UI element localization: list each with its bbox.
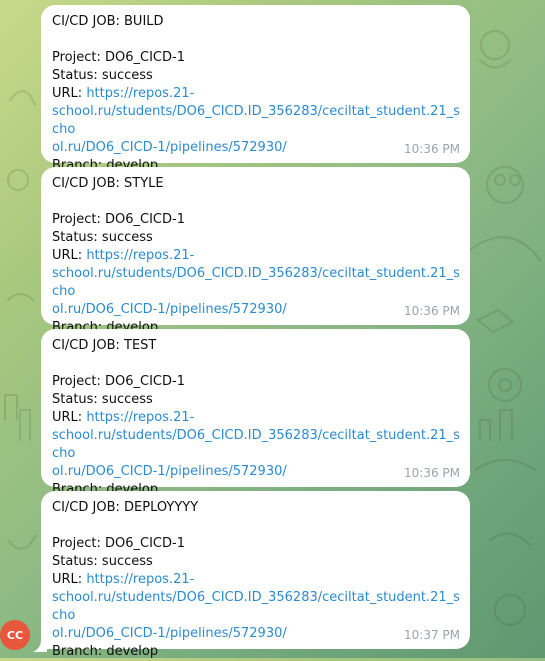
pipeline-link-continued[interactable]: school.ru/students/DO6_CICD.ID_356283/ce… [52, 265, 462, 301]
pipeline-link-continued[interactable]: ol.ru/DO6_CICD-1/pipelines/572930/ [52, 625, 462, 643]
branch-line: Branch: develop [52, 644, 159, 659]
url-label: URL: [52, 248, 87, 263]
project-line: Project: DO6_CICD-1 [52, 536, 185, 551]
pipeline-link-continued[interactable]: ol.ru/DO6_CICD-1/pipelines/572930/ [52, 463, 462, 481]
job-line: CI/CD JOB: BUILD [52, 14, 164, 29]
message-bubble-test: CI/CD JOB: TEST Project: DO6_CICD-1 Stat… [41, 329, 470, 497]
pipeline-link[interactable]: https://repos.21- [86, 248, 194, 263]
job-line: CI/CD JOB: DEPLOYYYY [52, 500, 199, 515]
message-time: 10:36 PM [404, 304, 460, 318]
project-line: Project: DO6_CICD-1 [52, 50, 185, 65]
pipeline-link-continued[interactable]: school.ru/students/DO6_CICD.ID_356283/ce… [52, 103, 462, 139]
pipeline-link[interactable]: https://repos.21- [86, 86, 194, 101]
message-time: 10:36 PM [404, 142, 460, 156]
project-line: Project: DO6_CICD-1 [52, 212, 185, 227]
status-line: Status: success [52, 554, 153, 569]
pipeline-link-continued[interactable]: ol.ru/DO6_CICD-1/pipelines/572930/ [52, 139, 462, 157]
status-line: Status: success [52, 230, 153, 245]
job-line: CI/CD JOB: TEST [52, 338, 157, 353]
pipeline-link[interactable]: https://repos.21- [86, 410, 194, 425]
message-time: 10:36 PM [404, 466, 460, 480]
message-time: 10:37 PM [404, 628, 460, 642]
job-line: CI/CD JOB: STYLE [52, 176, 164, 191]
pipeline-link-continued[interactable]: ol.ru/DO6_CICD-1/pipelines/572930/ [52, 301, 462, 319]
url-label: URL: [52, 410, 87, 425]
pipeline-link-continued[interactable]: school.ru/students/DO6_CICD.ID_356283/ce… [52, 589, 462, 625]
url-label: URL: [52, 572, 87, 587]
pipeline-link[interactable]: https://repos.21- [86, 572, 194, 587]
status-line: Status: success [52, 392, 153, 407]
url-label: URL: [52, 86, 87, 101]
pipeline-link-continued[interactable]: school.ru/students/DO6_CICD.ID_356283/ce… [52, 427, 462, 463]
sender-avatar[interactable]: CC [0, 620, 30, 650]
message-bubble-style: CI/CD JOB: STYLE Project: DO6_CICD-1 Sta… [41, 167, 470, 335]
status-line: Status: success [52, 68, 153, 83]
message-bubble-deploy: CI/CD JOB: DEPLOYYYY Project: DO6_CICD-1… [41, 491, 470, 659]
message-bubble-build: CI/CD JOB: BUILD Project: DO6_CICD-1 Sta… [41, 5, 470, 173]
project-line: Project: DO6_CICD-1 [52, 374, 185, 389]
bubble-tail [33, 640, 47, 652]
